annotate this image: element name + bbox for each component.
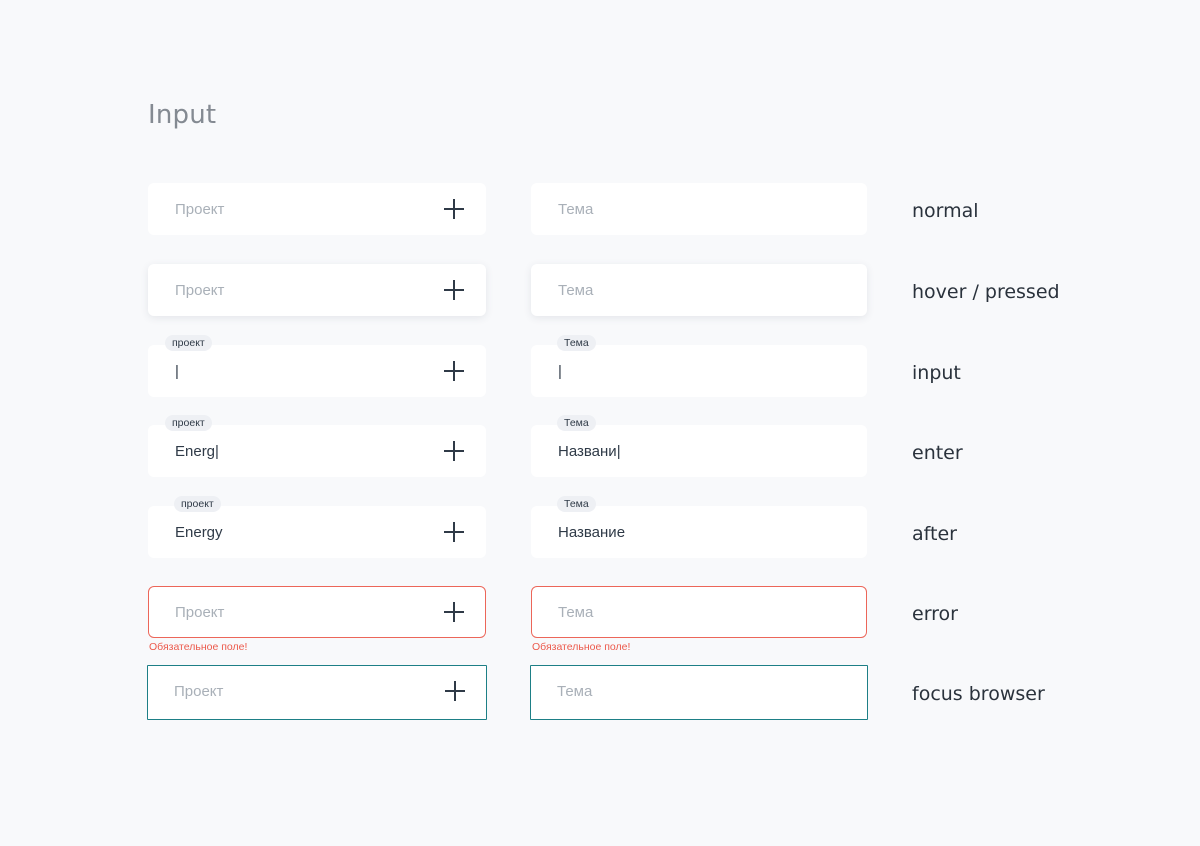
project-value: | [175,363,179,380]
state-label: after [912,523,957,545]
project-placeholder: Проект [174,683,224,700]
topic-chip: Тема [557,415,596,431]
state-row-enter: проект Energ| Тема Названи| enter [0,415,1200,479]
state-row-input: проект | Тема | input [0,335,1200,399]
plus-icon[interactable] [444,280,464,300]
page-title: Input [148,100,217,130]
project-input[interactable]: Проект [147,665,487,720]
topic-placeholder: Тема [558,201,594,218]
topic-input[interactable]: Тема [531,183,867,235]
state-row-focus: Проект Тема focus browser [0,665,1200,720]
topic-input[interactable]: Тема [531,586,867,638]
project-value: Energy [175,524,223,541]
state-row-hover: Проект Тема hover / pressed [0,264,1200,318]
state-label: enter [912,442,963,464]
project-input[interactable]: проект | [148,335,486,397]
project-chip: проект [165,415,212,431]
topic-placeholder: Тема [558,282,594,299]
topic-placeholder: Тема [557,683,593,700]
project-placeholder: Проект [175,201,225,218]
project-input[interactable]: Проект [148,183,486,235]
plus-icon[interactable] [444,522,464,542]
topic-chip: Тема [557,335,596,351]
project-chip: проект [165,335,212,351]
topic-input[interactable]: Тема [530,665,868,720]
state-label: normal [912,200,979,222]
project-input[interactable]: Проект [148,586,486,638]
state-label: input [912,362,961,384]
topic-value: | [558,363,562,380]
plus-icon[interactable] [444,441,464,461]
project-value: Energ| [175,443,219,460]
state-label: error [912,603,958,625]
plus-icon[interactable] [444,199,464,219]
project-chip: проект [174,496,221,512]
project-input[interactable]: Проект [148,264,486,316]
state-row-normal: Проект Тема normal [0,183,1200,237]
project-placeholder: Проект [175,604,225,621]
topic-error-message: Обязательное поле! [532,641,631,653]
topic-input[interactable]: Тема Название [531,496,867,558]
project-input[interactable]: проект Energy [148,496,486,558]
topic-placeholder: Тема [558,604,594,621]
topic-value: Название [558,524,626,541]
state-row-after: проект Energy Тема Название after [0,496,1200,560]
project-error-message: Обязательное поле! [149,641,248,653]
project-placeholder: Проект [175,282,225,299]
plus-icon[interactable] [444,602,464,622]
state-label: hover / pressed [912,281,1060,303]
topic-input[interactable]: Тема | [531,335,867,397]
topic-chip: Тема [557,496,596,512]
state-label: focus browser [912,683,1045,705]
plus-icon[interactable] [444,361,464,381]
topic-input[interactable]: Тема [531,264,867,316]
plus-icon[interactable] [445,681,465,701]
project-input[interactable]: проект Energ| [148,415,486,477]
topic-value: Названи| [558,443,621,460]
topic-input[interactable]: Тема Названи| [531,415,867,477]
state-row-error: Проект Обязательное поле! Тема Обязатель… [0,586,1200,653]
